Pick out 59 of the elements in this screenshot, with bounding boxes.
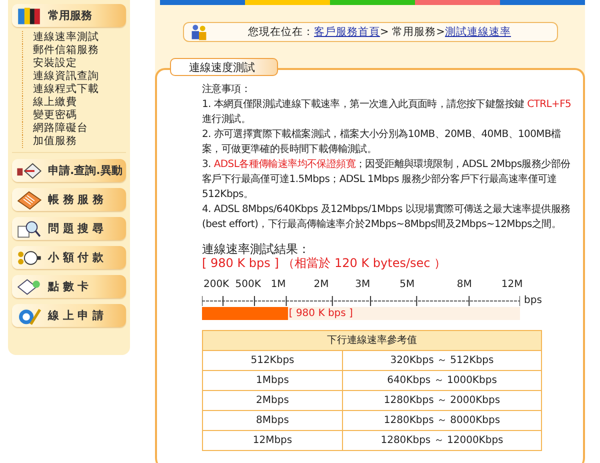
submenu-link[interactable]: 網路障礙台 [22,122,126,135]
scale-tick-label: 1M [270,279,286,290]
table-cell: 1280Kbps ～ 8000Kbps [342,410,542,430]
table-header: 下行連線速率參考值 [202,330,542,350]
scale-tick-label: 8M [456,279,472,290]
menu-header[interactable]: 常用服務 [12,4,126,27]
folder-arrow-icon [16,160,42,180]
nav-stripe-segment[interactable] [500,0,585,5]
table-cell: 640Kbps ～ 1000Kbps [342,370,542,390]
note-paragraph: 1. 本網頁僅限測試連線下載速率，第一次進入此頁面時，請您按下鍵盤按鍵 CTRL+F5 進行測試。 [202,98,572,127]
result-value: [ 980 K bps ] （相當於 120 K bytes/sec ） [202,256,448,271]
submenu-link[interactable]: 變更密碼 [22,109,126,122]
nav-stripe-segment[interactable] [245,0,330,5]
table-cell: 8Mbps [202,410,342,430]
submenu-link[interactable]: 線上繳費 [22,96,126,109]
card-icon [16,276,42,296]
books-icon [16,6,42,26]
nav-stripe-segment[interactable] [160,0,245,5]
scale-tick-label: 2M [314,279,329,290]
notes-heading: 注意事項： [202,82,252,97]
magnifier-icon [16,218,42,238]
scale-tick-label: 500K [235,279,261,290]
submenu-link[interactable]: 連線程式下載 [22,83,126,96]
sidebar-button[interactable]: 問 題 搜 尋 [12,217,126,240]
table-cell: 1280Kbps ～ 2000Kbps [342,390,542,410]
speed-reading: [ 980 K bps ] [288,307,353,320]
note-paragraph: 3. ADSL各種傳輸速率均不保證頻寬；因受距離與環境限制，ADSL 2Mbps服務少部份客戶下行最高僅可達1.5Mbps；ADSL 1Mbps 服務少部分客戶下行最高速率僅可達512Kbps。 [202,158,572,202]
people-icon [190,23,208,41]
note-paragraph: 4. ADSL 8Mbps/640Kbps 及12Mbps/1Mbps 以現場實際可傳送之最大速率提供服務(best effort)，下行最高傳輸速率介於2Mbps~8Mbps間及2Mbps~12Mbps之間。 [202,202,572,232]
scale-tick-label: 3M [355,279,370,290]
nav-stripe-segment[interactable] [330,0,415,5]
table-cell: 12Mbps [202,430,342,450]
table-cell: 1Mbps [202,370,342,390]
notebook-icon [16,190,42,210]
scale-tick-label: 5M [400,279,415,290]
submenu-link[interactable]: 連線資訊查詢 [22,70,126,83]
sidebar-button[interactable]: 線 上 申 請 [12,304,126,327]
sidebar-button[interactable]: 申請.查詢.異動 [12,159,126,182]
submenu-link[interactable]: 連線速率測試 [22,31,126,44]
scale-unit: bps [524,295,542,306]
table-cell: 2Mbps [202,390,342,410]
result-label: 連線速率測試結果： [202,242,311,256]
table-cell: 512Kbps [202,350,342,370]
breadcrumb-text: > 常用服務> [380,26,445,38]
sidebar-button[interactable]: 點 數 卡 [12,275,126,298]
breadcrumb-link[interactable]: 測試連線速率 [444,26,511,38]
scale-tick-label: 200K [203,279,230,290]
sidebar-button[interactable]: 帳 務 服 務 [12,188,126,211]
breadcrumb-link[interactable]: 客戶服務首頁 [314,26,380,38]
table-cell: 1280Kbps ～ 12000Kbps [342,430,542,450]
breadcrumb-label: 您現在位在： [248,26,314,38]
note-paragraph: 2. 亦可選擇實際下載檔案測試，檔案大小分別為10MB、20MB、40MB、100MB檔案，可做更準確的長時間下載傳輸測試。 [202,128,562,157]
submenu-link[interactable]: 安裝設定 [22,57,126,70]
scale-tick-label: 12M [501,279,523,290]
sidebar-button[interactable]: 小 額 付 款 [12,246,126,269]
nav-stripe-segment[interactable] [415,0,500,5]
submenu-link[interactable]: 郵件信箱服務 [22,44,126,57]
submenu-link[interactable]: 加值服務 [22,135,126,148]
table-cell: 320Kbps ～ 512Kbps [342,350,542,370]
